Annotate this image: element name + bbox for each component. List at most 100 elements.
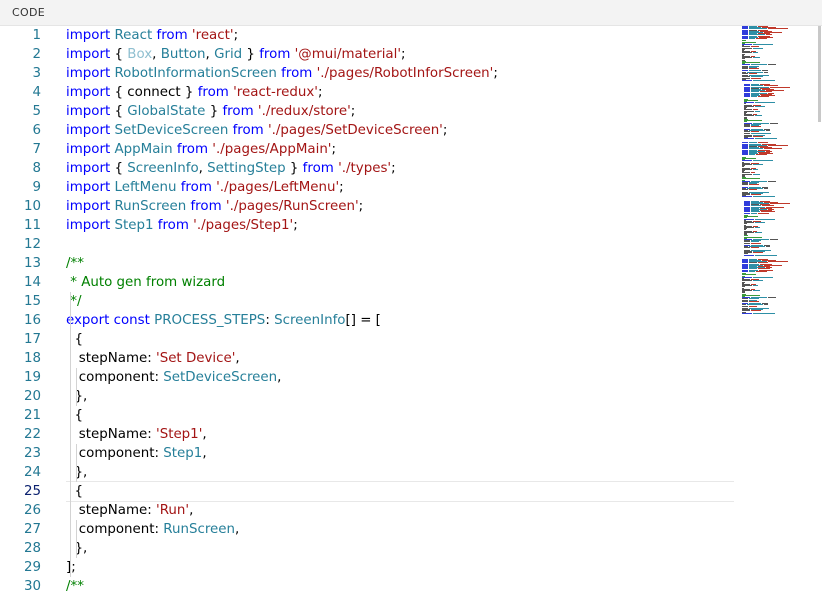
minimap-line <box>753 57 760 59</box>
line-code: */ <box>66 292 81 311</box>
minimap-line <box>744 247 750 249</box>
code-token: , <box>235 351 240 366</box>
code-line[interactable]: 25 { <box>0 481 740 502</box>
code-line[interactable]: 5 import { GlobalState } from './redux/st… <box>0 102 740 121</box>
line-number: 26 <box>23 503 41 518</box>
line-number: 24 <box>23 465 41 480</box>
code-line[interactable]: 11 import Step1 from './pages/Step1'; <box>0 216 740 235</box>
minimap-line <box>744 138 754 140</box>
code-line[interactable]: 29]; <box>0 558 740 577</box>
code-token: ; <box>442 123 448 138</box>
minimap-line <box>749 305 757 307</box>
code-line[interactable]: 28 }, <box>0 539 740 558</box>
code-token: from <box>222 104 258 119</box>
minimap-line <box>753 80 775 81</box>
code-line[interactable]: 27 component: RunScreen, <box>0 520 740 539</box>
code-token: import <box>66 142 115 157</box>
code-line[interactable]: 2 import { Box, Button, Grid } from '@mui… <box>0 45 740 64</box>
code-token: ; <box>233 28 239 43</box>
code-token: PROCESS_STEPS <box>154 313 266 328</box>
code-line[interactable]: 9 import LeftMenu from './pages/LeftMenu'… <box>0 178 740 197</box>
minimap-line <box>768 261 788 263</box>
scrollbar-thumb[interactable] <box>818 26 821 122</box>
minimap-line <box>744 242 750 244</box>
line-number: 22 <box>23 427 41 442</box>
code-token: from <box>176 142 213 157</box>
code-line[interactable]: 13 /** <box>0 254 740 273</box>
code-line[interactable]: 14 * Auto gen from wizard <box>0 273 740 292</box>
code-token: , <box>152 47 161 62</box>
code-line[interactable]: 24 }, <box>0 463 740 482</box>
minimap-line <box>744 126 750 128</box>
code-token: component: <box>66 446 164 461</box>
code-line[interactable]: 10 import RunScreen from './pages/RunScre… <box>0 197 740 216</box>
code-line[interactable]: 18 stepName: 'Set Device', <box>0 349 740 368</box>
code-token: export const <box>66 313 155 328</box>
code-line[interactable]: 22 stepName: 'Step1', <box>0 425 740 444</box>
code-token: import <box>66 123 115 138</box>
code-token: stepName: <box>66 427 157 442</box>
code-token: 'Step1' <box>156 427 203 442</box>
line-number: 23 <box>23 446 41 461</box>
code-line[interactable]: 8 import { ScreenInfo, SettingStep } from… <box>0 159 740 178</box>
code-line[interactable]: 7 import AppMain from './pages/AppMain'; <box>0 140 740 159</box>
code-line[interactable]: 15 */ <box>0 292 740 311</box>
minimap-line <box>742 300 748 302</box>
code-token: SettingStep <box>207 161 290 176</box>
code-line[interactable]: 16 export const PROCESS_STEPS: ScreenInfo… <box>0 311 740 330</box>
line-code: { <box>66 482 84 501</box>
code-token: stepName: <box>66 351 157 366</box>
minimap-line <box>753 168 758 170</box>
minimap-line <box>755 110 760 112</box>
code-token: from <box>180 180 217 195</box>
minimap-line <box>770 122 778 124</box>
code-token: import <box>66 104 115 119</box>
code-token: stepName: <box>66 503 157 518</box>
line-number: 12 <box>23 237 41 252</box>
code-line[interactable]: 26 stepName: 'Run', <box>0 501 740 520</box>
line-code: import LeftMenu from './pages/LeftMenu'; <box>66 178 344 197</box>
line-number: 29 <box>23 560 41 575</box>
line-code: component: RunScreen, <box>66 520 240 539</box>
code-line[interactable]: 4 import { connect } from 'react-redux'; <box>0 83 740 102</box>
code-line[interactable]: 6 import SetDeviceScreen from './pages/Se… <box>0 121 740 140</box>
code-line[interactable]: 20 }, <box>0 387 740 406</box>
code-token: LeftMenu <box>114 180 181 195</box>
code-token: './pages/RunScreen' <box>225 199 359 214</box>
code-line[interactable]: 19 component: SetDeviceScreen, <box>0 368 740 387</box>
code-token: } <box>209 104 223 119</box>
minimap[interactable] <box>742 26 802 316</box>
indent-guide <box>76 444 77 482</box>
code-line[interactable]: 30 /** <box>0 577 740 595</box>
code-line[interactable]: 12 <box>0 235 740 254</box>
minimap-line <box>764 304 768 306</box>
panel-header: CODE <box>0 0 822 26</box>
code-token: Box <box>127 47 153 62</box>
minimap-line <box>755 105 765 107</box>
minimap-line <box>751 247 759 249</box>
code-line[interactable]: 21 { <box>0 406 740 425</box>
code-line[interactable]: 3 import RobotInformationScreen from './p… <box>0 64 740 83</box>
code-token: from <box>232 123 268 138</box>
code-token: { <box>114 104 128 119</box>
code-line[interactable]: 1 import React from 'react'; <box>0 26 740 45</box>
code-token: { connect } <box>114 85 198 100</box>
minimap-line <box>742 305 748 307</box>
code-line[interactable]: 23 component: Step1, <box>0 444 740 463</box>
code-token: 'react' <box>191 28 234 43</box>
line-code: stepName: 'Step1', <box>66 425 207 444</box>
line-number: 11 <box>23 218 41 233</box>
minimap-line <box>766 129 770 131</box>
minimap-line <box>756 38 767 39</box>
line-code: /** <box>66 577 84 595</box>
minimap-line <box>758 212 769 214</box>
line-code: import AppMain from './pages/AppMain'; <box>66 140 336 159</box>
minimap-line <box>755 102 775 104</box>
line-code: stepName: 'Set Device', <box>66 349 240 368</box>
minimap-line <box>751 242 761 244</box>
code-editor[interactable]: 1 import React from 'react'; 2 import { Box… <box>0 25 822 595</box>
line-number: 4 <box>32 85 41 100</box>
code-line[interactable]: 17 { <box>0 330 740 349</box>
minimap-line <box>751 194 761 195</box>
line-number: 27 <box>23 522 41 537</box>
